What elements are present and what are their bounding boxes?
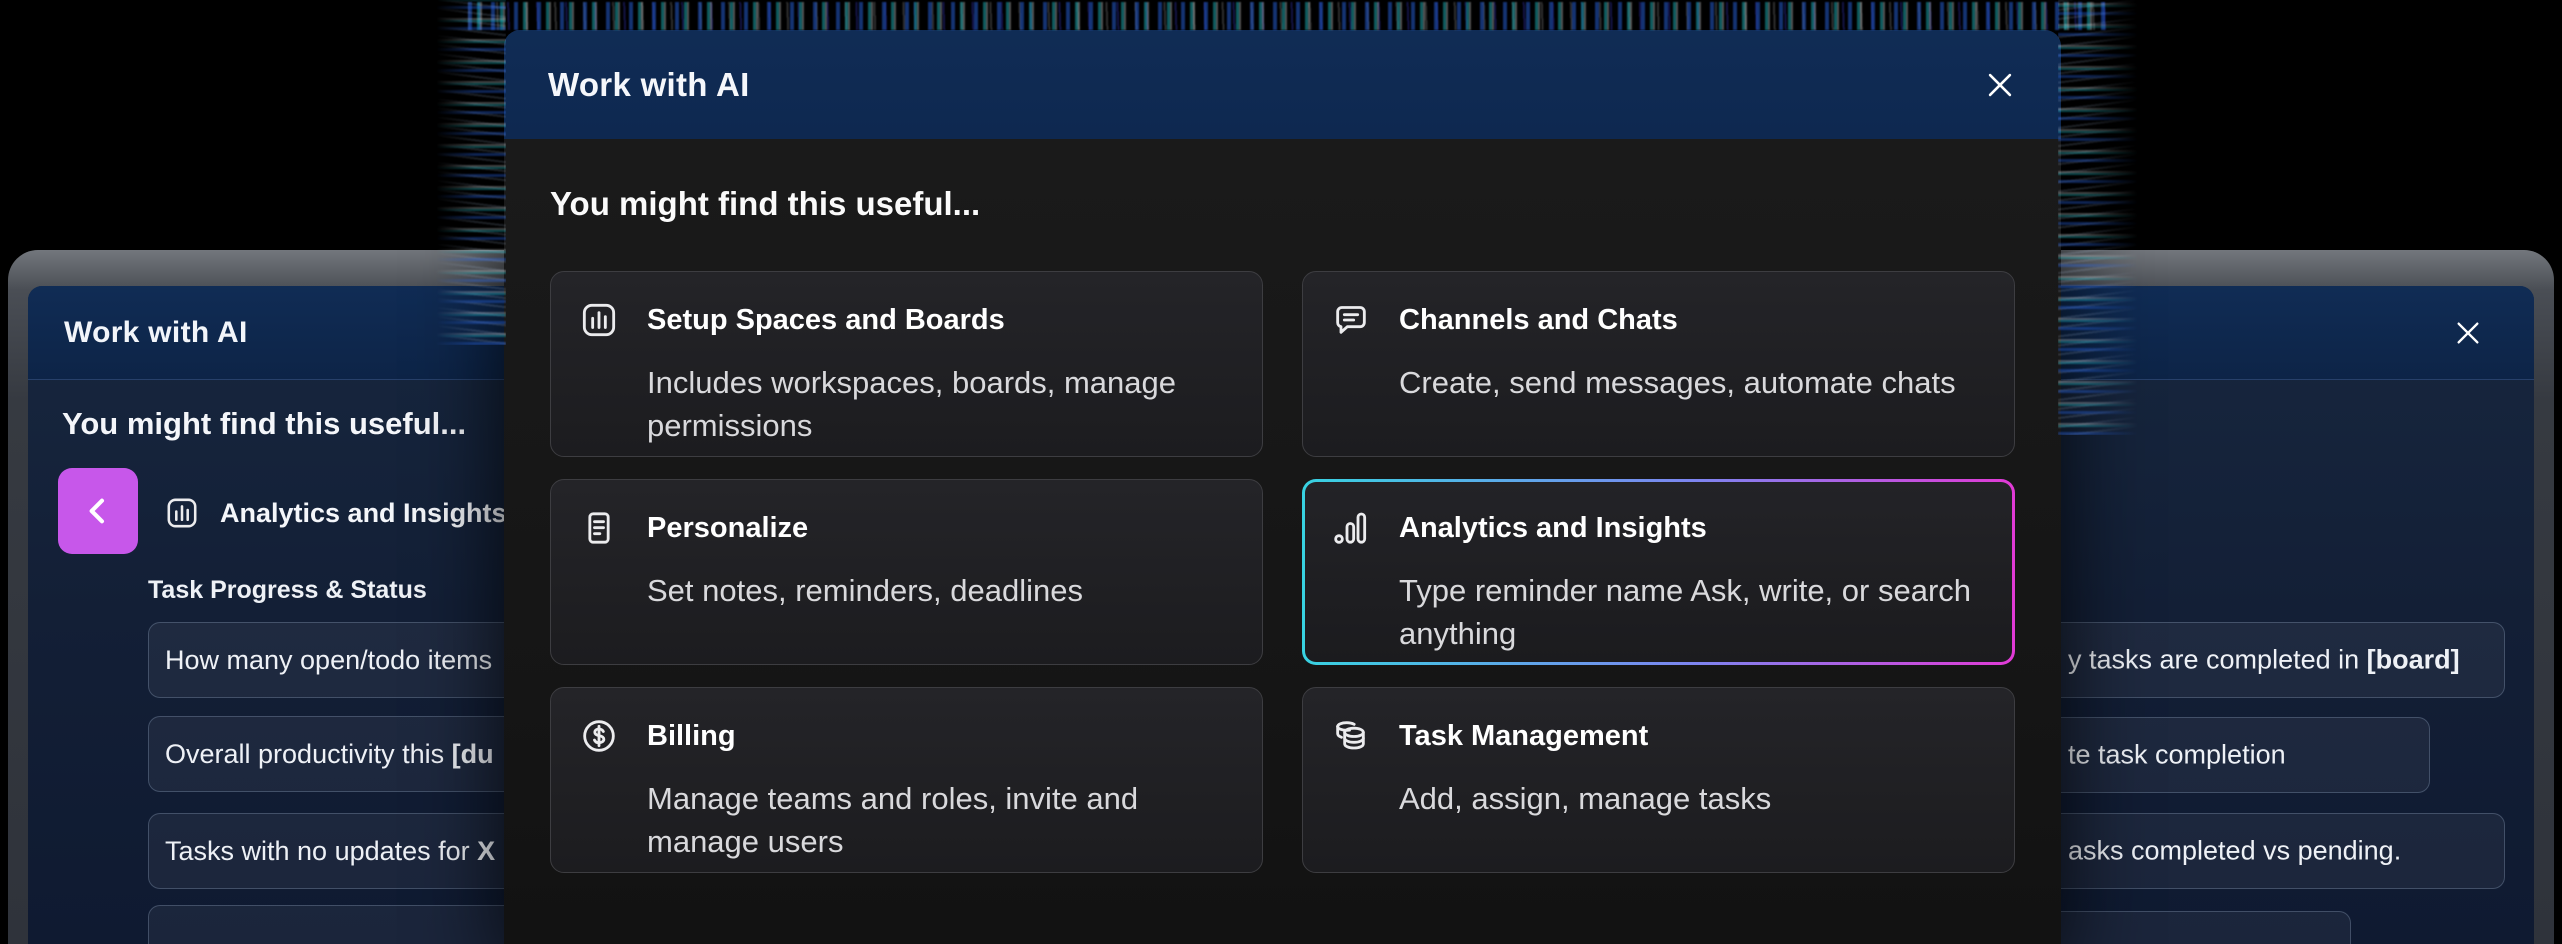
background-dialog-title: Work with AI xyxy=(64,316,248,350)
note-icon xyxy=(579,508,619,548)
card-title: Task Management xyxy=(1399,720,1648,753)
modal-title: Work with AI xyxy=(548,66,750,104)
signal-bars-icon xyxy=(1331,508,1371,548)
selected-category-row: Analytics and Insights xyxy=(164,484,507,542)
card-description: Add, assign, manage tasks xyxy=(1399,778,1986,821)
card-description: Type reminder name Ask, write, or search… xyxy=(1399,570,1986,656)
card-setup-spaces-and-boards[interactable]: Setup Spaces and Boards Includes workspa… xyxy=(550,271,1263,457)
close-icon[interactable] xyxy=(2452,317,2484,349)
modal-header: Work with AI xyxy=(504,30,2061,139)
card-title: Setup Spaces and Boards xyxy=(647,304,1005,337)
page: Work with AI You might find this useful.… xyxy=(0,0,2562,944)
close-icon[interactable] xyxy=(1983,68,2017,102)
card-channels-and-chats[interactable]: Channels and Chats Create, send messages… xyxy=(1302,271,2015,457)
card-title: Analytics and Insights xyxy=(1399,512,1707,545)
work-with-ai-modal: Work with AI You might find this useful.… xyxy=(504,30,2061,944)
card-description: Manage teams and roles, invite and manag… xyxy=(647,778,1234,864)
database-stack-icon xyxy=(1331,716,1371,756)
modal-subtitle: You might find this useful... xyxy=(550,139,2015,223)
card-personalize[interactable]: Personalize Set notes, reminders, deadli… xyxy=(550,479,1263,665)
dollar-circle-icon xyxy=(579,716,619,756)
glitch-noise-top xyxy=(468,2,2108,30)
card-title: Personalize xyxy=(647,512,808,545)
section-heading: Task Progress & Status xyxy=(148,576,427,605)
chart-columns-icon xyxy=(579,300,619,340)
card-task-management[interactable]: Task Management Add, assign, manage task… xyxy=(1302,687,2015,873)
card-title: Channels and Chats xyxy=(1399,304,1678,337)
card-title: Billing xyxy=(647,720,736,753)
card-billing[interactable]: Billing Manage teams and roles, invite a… xyxy=(550,687,1263,873)
chevron-left-icon xyxy=(79,492,117,530)
modal-body: You might find this useful... Setup Spac… xyxy=(504,139,2061,944)
chart-columns-icon xyxy=(164,495,200,531)
back-button[interactable] xyxy=(58,468,138,554)
chat-bubble-icon xyxy=(1331,300,1371,340)
background-subtitle: You might find this useful... xyxy=(62,406,466,442)
card-description: Create, send messages, automate chats xyxy=(1399,362,1986,405)
card-description: Set notes, reminders, deadlines xyxy=(647,570,1234,613)
card-analytics-and-insights[interactable]: Analytics and Insights Type reminder nam… xyxy=(1302,479,2015,665)
cards-grid: Setup Spaces and Boards Includes workspa… xyxy=(550,271,2015,873)
selected-category-label: Analytics and Insights xyxy=(220,498,507,529)
card-description: Includes workspaces, boards, manage perm… xyxy=(647,362,1234,448)
